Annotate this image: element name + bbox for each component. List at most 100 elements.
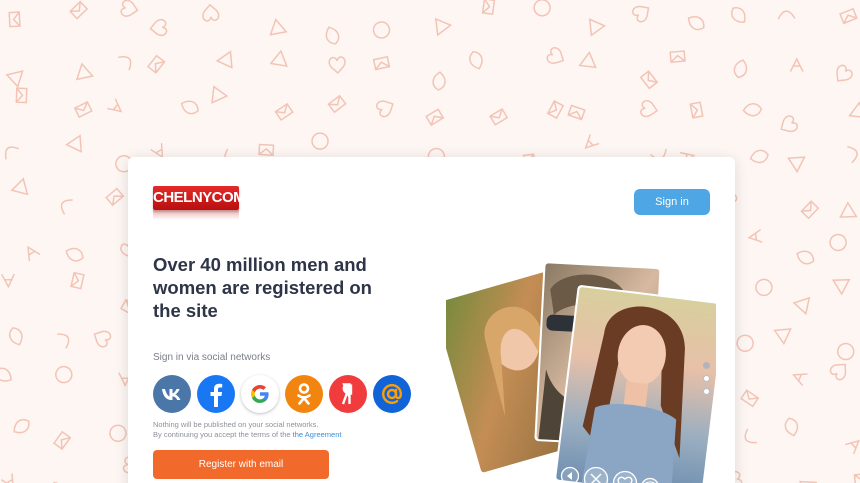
doodle-shape xyxy=(848,101,860,119)
doodle-shape xyxy=(269,49,288,68)
doodle-shape xyxy=(836,64,853,82)
mailru-button[interactable] xyxy=(373,375,411,413)
doodle-shape xyxy=(52,430,72,451)
doodle-shape xyxy=(211,85,229,104)
doodle-shape xyxy=(1,273,15,289)
doodle-shape xyxy=(744,428,758,444)
yandex-icon xyxy=(341,383,353,405)
doodle-shape xyxy=(15,87,28,104)
odnoklassniki-button[interactable] xyxy=(285,375,323,413)
doodle-shape xyxy=(328,56,346,75)
google-button[interactable] xyxy=(241,375,279,413)
doodle-shape xyxy=(434,17,453,37)
doodle-shape xyxy=(8,327,23,346)
doodle-shape xyxy=(546,47,565,64)
doodle-shape xyxy=(4,146,20,160)
doodle-shape xyxy=(773,328,792,346)
doodle-shape xyxy=(742,102,763,117)
slider-dot-1[interactable] xyxy=(703,362,710,369)
doodle-shape xyxy=(731,7,746,24)
disclaimer-text: By continuing you accept the terms of th… xyxy=(153,429,291,439)
doodle-shape xyxy=(0,367,12,382)
login-card: CHELNYCOM Sign in Over 40 million men an… xyxy=(128,157,735,483)
facebook-button[interactable] xyxy=(197,375,235,413)
doodle-shape xyxy=(640,100,659,118)
doodle-shape xyxy=(258,143,275,156)
ok-icon xyxy=(297,383,311,405)
doodle-shape xyxy=(792,296,811,316)
disclaimer: Nothing will be published on your social… xyxy=(153,420,341,439)
yandex-button[interactable] xyxy=(329,375,367,413)
doodle-shape xyxy=(784,417,799,437)
doodle-shape xyxy=(65,247,84,262)
doodle-shape xyxy=(736,334,754,352)
doodle-shape xyxy=(829,363,847,381)
doodle-shape xyxy=(689,101,704,119)
slider-dot-2[interactable] xyxy=(703,375,710,382)
doodle-shape xyxy=(796,250,815,265)
doodle-shape xyxy=(69,0,89,20)
doodle-shape xyxy=(269,17,288,36)
doodle-shape xyxy=(105,187,125,207)
disclaimer-line-1: Nothing will be published on your social… xyxy=(153,420,319,429)
doodle-shape xyxy=(75,62,95,81)
social-label: Sign in via social networks xyxy=(153,352,271,363)
doodle-shape xyxy=(5,70,24,89)
doodle-shape xyxy=(792,373,808,386)
doodle-shape xyxy=(311,132,329,150)
slider-dot-3[interactable] xyxy=(703,388,710,395)
doodle-shape xyxy=(93,330,112,348)
doodle-shape xyxy=(0,473,14,483)
vk-icon xyxy=(162,389,181,400)
doodle-shape xyxy=(567,104,586,121)
doodle-shape xyxy=(755,278,773,297)
doodle-shape xyxy=(60,199,73,215)
vk-button[interactable] xyxy=(153,375,191,413)
logo-reflection xyxy=(153,210,239,220)
doodle-shape xyxy=(372,55,391,71)
register-email-button[interactable]: Register with email xyxy=(153,450,329,479)
doodle-shape xyxy=(798,480,818,483)
doodle-shape xyxy=(372,21,391,39)
doodle-shape xyxy=(376,100,394,118)
doodle-shape xyxy=(70,271,85,290)
doodle-shape xyxy=(469,50,483,70)
doodle-shape xyxy=(733,59,748,79)
doodle-shape xyxy=(489,107,509,126)
doodle-shape xyxy=(839,7,858,25)
doodle-shape xyxy=(13,418,30,434)
doodle-shape xyxy=(847,146,858,163)
doodle-shape xyxy=(740,389,760,408)
doodle-shape xyxy=(747,229,763,243)
google-icon xyxy=(251,385,269,403)
doodle-shape xyxy=(481,0,496,16)
doodle-shape xyxy=(274,102,294,122)
doodle-shape xyxy=(578,51,597,69)
doodle-shape xyxy=(588,18,607,37)
doodle-shape xyxy=(839,201,858,218)
disclaimer-line-2: By continuing you accept the terms of th… xyxy=(153,430,341,440)
doodle-shape xyxy=(432,71,446,91)
photo-cards xyxy=(446,262,716,483)
doodle-shape xyxy=(65,134,83,153)
doodle-shape xyxy=(687,16,705,31)
doodle-shape xyxy=(202,3,220,22)
doodle-shape xyxy=(749,149,769,164)
doodle-shape xyxy=(327,94,347,114)
doodle-shape xyxy=(780,115,798,133)
doodle-shape xyxy=(800,200,820,220)
doodle-shape xyxy=(829,233,847,252)
agreement-link[interactable]: the Agreement xyxy=(293,430,342,439)
doodle-shape xyxy=(533,0,551,17)
headline: Over 40 million men and women are regist… xyxy=(153,254,372,321)
doodle-shape xyxy=(632,5,650,23)
site-logo[interactable]: CHELNYCOM xyxy=(153,186,246,220)
doodle-shape xyxy=(425,108,445,127)
doodle-shape xyxy=(10,177,29,196)
doodle-shape xyxy=(584,134,600,149)
doodle-shape xyxy=(777,10,796,20)
doodle-shape xyxy=(639,70,659,90)
doodle-shape xyxy=(118,56,132,71)
sign-in-button[interactable]: Sign in xyxy=(634,189,710,215)
doodle-shape xyxy=(146,54,166,74)
